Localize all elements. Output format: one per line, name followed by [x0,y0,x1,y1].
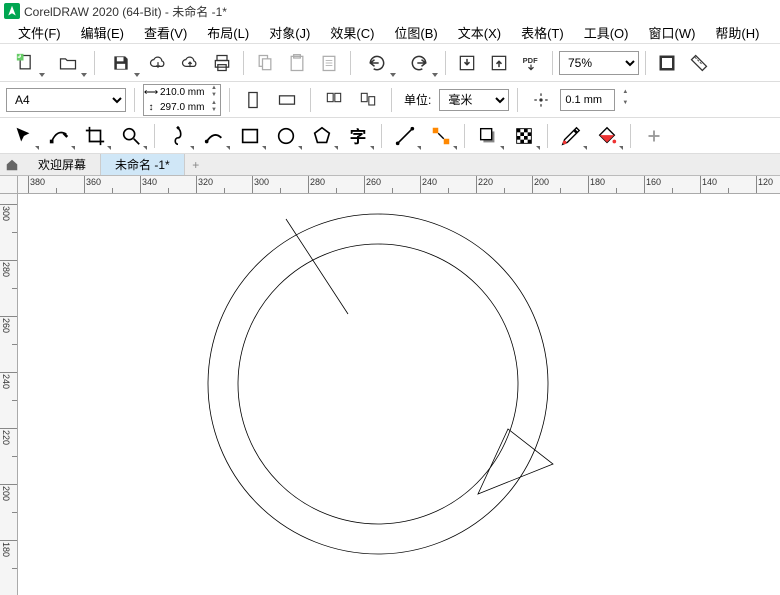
crop-tool[interactable] [78,121,112,151]
menu-object[interactable]: 对象(J) [259,21,320,44]
workspace: 3803603403203002802602402202001801601401… [0,176,780,595]
open-button[interactable] [48,48,88,78]
property-bar: A4 ⟷ ▲▼ ↕ ▲▼ 单位: 毫米 ▲▼ [0,82,780,118]
zoom-level-select[interactable]: 75% [559,51,639,75]
cloud-save-button[interactable] [175,48,205,78]
drawing-canvas[interactable] [18,194,780,595]
artistic-media-tool[interactable] [197,121,231,151]
page-dimensions: ⟷ ▲▼ ↕ ▲▼ [143,84,221,116]
fullscreen-preview-button[interactable] [652,48,682,78]
print-button[interactable] [207,48,237,78]
document-tabs: 欢迎屏幕 未命名 -1* + [0,154,780,176]
unit-label: 单位: [404,91,431,108]
ruler-origin[interactable] [0,176,18,194]
menu-text[interactable]: 文本(X) [448,21,511,44]
clipboard-button[interactable] [314,48,344,78]
page-height-input[interactable] [158,102,208,113]
menu-bar: 文件(F) 编辑(E) 查看(V) 布局(L) 对象(J) 效果(C) 位图(B… [0,22,780,44]
pick-tool[interactable] [6,121,40,151]
transparency-tool[interactable] [507,121,541,151]
page-size-select[interactable]: A4 [6,88,126,112]
ellipse-tool[interactable] [269,121,303,151]
height-down[interactable]: ▼ [208,107,220,114]
unit-select[interactable]: 毫米 [439,89,509,111]
menu-layout[interactable]: 布局(L) [197,21,259,44]
svg-text:字: 字 [350,126,367,146]
width-down[interactable]: ▼ [208,92,220,99]
height-icon: ↕ [144,102,158,113]
rulers-button[interactable] [684,48,714,78]
nudge-distance-input[interactable] [560,89,615,111]
menu-window[interactable]: 窗口(W) [638,21,705,44]
add-tab-button[interactable]: + [185,154,207,175]
current-page-button[interactable] [353,85,383,115]
connector-tool[interactable] [424,121,458,151]
title-bar: CorelDRAW 2020 (64-Bit) - 未命名 -1* [0,0,780,22]
menu-bitmap[interactable]: 位图(B) [384,21,447,44]
width-up[interactable]: ▲ [208,85,220,92]
redo-button[interactable] [399,48,439,78]
app-icon [4,3,20,19]
all-pages-button[interactable] [319,85,349,115]
fill-tool[interactable] [590,121,624,151]
rectangle-tool[interactable] [233,121,267,151]
portrait-button[interactable] [238,85,268,115]
page-width-input[interactable] [158,87,208,98]
undo-button[interactable] [357,48,397,78]
publish-pdf-button[interactable]: PDF [516,48,546,78]
menu-effects[interactable]: 效果(C) [320,21,384,44]
cloud-open-button[interactable] [143,48,173,78]
canvas-drawing [18,194,780,595]
drop-shadow-tool[interactable] [471,121,505,151]
copy-button[interactable] [250,48,280,78]
height-up[interactable]: ▲ [208,100,220,107]
dimension-tool[interactable] [388,121,422,151]
menu-tools[interactable]: 工具(O) [574,21,639,44]
home-tab[interactable] [0,154,24,175]
menu-file[interactable]: 文件(F) [8,21,71,44]
menu-edit[interactable]: 编辑(E) [71,21,134,44]
menu-table[interactable]: 表格(T) [511,21,574,44]
width-icon: ⟷ [144,87,158,98]
freehand-tool[interactable] [161,121,195,151]
text-tool[interactable]: 字 [341,121,375,151]
standard-toolbar: PDF 75% [0,44,780,82]
new-button[interactable] [6,48,46,78]
nudge-up[interactable]: ▲ [619,89,631,100]
nudge-down[interactable]: ▼ [619,100,631,111]
horizontal-ruler[interactable]: 3803603403203002802602402202001801601401… [18,176,780,194]
nudge-icon [526,85,556,115]
save-button[interactable] [101,48,141,78]
menu-view[interactable]: 查看(V) [134,21,197,44]
vertical-ruler[interactable]: 300280260240220200180 [0,194,18,595]
paste-button[interactable] [282,48,312,78]
tab-document-1[interactable]: 未命名 -1* [101,154,185,175]
export-button[interactable] [484,48,514,78]
zoom-tool[interactable] [114,121,148,151]
import-button[interactable] [452,48,482,78]
window-title: CorelDRAW 2020 (64-Bit) - 未命名 -1* [24,3,227,20]
menu-help[interactable]: 帮助(H) [705,21,769,44]
polygon-tool[interactable] [305,121,339,151]
add-tool-button[interactable] [637,121,671,151]
svg-text:PDF: PDF [523,56,538,65]
toolbox: 字 [0,118,780,154]
shape-tool[interactable] [42,121,76,151]
eyedropper-tool[interactable] [554,121,588,151]
landscape-button[interactable] [272,85,302,115]
tab-welcome[interactable]: 欢迎屏幕 [24,154,101,175]
